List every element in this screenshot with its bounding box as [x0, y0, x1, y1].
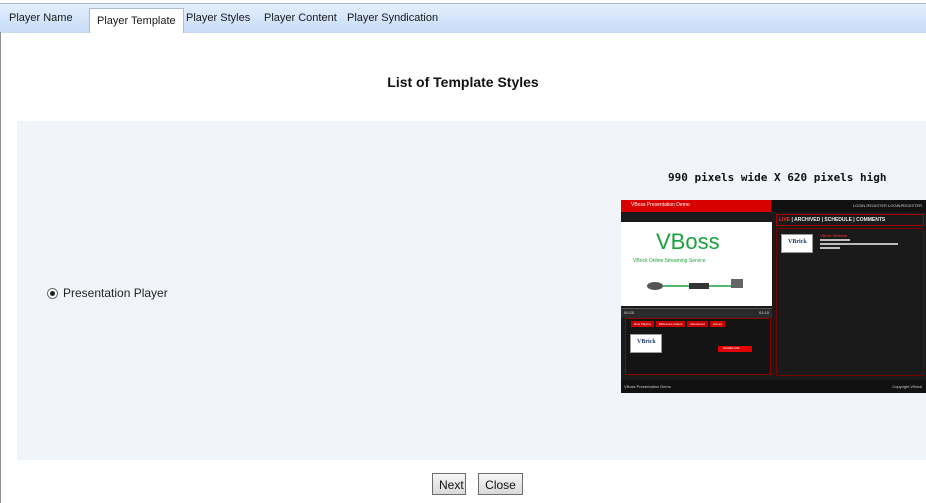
preview-vbrick-logo-text: VBrick [637, 339, 656, 345]
preview-footer-left: VBoss Presentation Demo [624, 384, 671, 389]
preview-mini-tabs: Now Playing Reference Videos Resources S… [631, 321, 726, 327]
preview-mini-tab: Reference Videos [655, 321, 686, 327]
preview-player-controls: 00:20 01:10 [621, 308, 772, 318]
preview-list-item-details [820, 239, 900, 251]
tab-player-name[interactable]: Player Name [9, 7, 73, 29]
preview-mini-tab: Resources [687, 321, 708, 327]
page-title: List of Template Styles [387, 74, 539, 90]
preview-brand-subtitle: VBrick Online Streaming Service [633, 258, 706, 264]
preview-mini-tab: Survey [709, 321, 726, 327]
template-option-row[interactable]: Presentation Player [47, 285, 168, 301]
preview-nav-live: LIVE [779, 217, 791, 223]
preview-list-logo-text: VBrick [788, 239, 807, 245]
preview-controls-time: 00:20 [624, 310, 635, 315]
preview-footer: VBoss Presentation Demo Copyright VBrick [621, 380, 926, 393]
presentation-player-label[interactable]: Presentation Player [63, 286, 168, 300]
preview-header: VBoss Presentation Demo LOGIN REGISTER L… [621, 200, 926, 212]
tab-bar: Player Name Player Template Player Style… [0, 0, 926, 33]
preview-vbrick-logo: VBrick [630, 334, 662, 353]
preview-footer-right: Copyright VBrick [892, 384, 922, 389]
preview-brand: VBoss [656, 229, 720, 254]
preview-nav-rest: | ARCHIVED | SCHEDULE | COMMENTS [790, 217, 886, 223]
content-left-border [0, 32, 1, 503]
preview-header-links: LOGIN REGISTER LOGIN/REGISTER [852, 203, 922, 208]
preview-side-nav: LIVE | ARCHIVED | SCHEDULE | COMMENTS [776, 214, 924, 226]
tab-player-styles[interactable]: Player Styles [186, 7, 250, 29]
preview-list-item-title: VBrick Webinar [820, 233, 848, 238]
preview-controls-duration: 01:10 [758, 310, 769, 315]
tab-player-syndication[interactable]: Player Syndication [347, 7, 438, 29]
template-preview-image: VBoss Presentation Demo LOGIN REGISTER L… [621, 200, 926, 393]
preview-archive-list: VBrick VBrick Webinar [776, 228, 924, 376]
preview-diagram-icon [647, 279, 743, 290]
next-button[interactable]: Next [432, 473, 466, 495]
preview-content-tabs-box: Now Playing Reference Videos Resources S… [625, 318, 771, 375]
presentation-player-radio[interactable] [47, 287, 58, 299]
preview-list-logo: VBrick [781, 234, 813, 253]
preview-red-button-label: SHARE URL [723, 346, 741, 350]
preview-video-area: VBoss VBrick Online Streaming Service [621, 222, 772, 306]
preview-header-title: VBoss Presentation Demo [631, 202, 690, 208]
preview-side-nav-text: LIVE | ARCHIVED | SCHEDULE | COMMENTS [779, 217, 885, 223]
close-button[interactable]: Close [478, 473, 523, 495]
template-dimensions-text: 990 pixels wide X 620 pixels high [668, 171, 887, 184]
preview-red-button: SHARE URL [718, 346, 752, 352]
tab-player-template[interactable]: Player Template [89, 8, 184, 33]
tab-player-content[interactable]: Player Content [264, 7, 337, 29]
preview-mini-tab: Now Playing [631, 321, 654, 327]
